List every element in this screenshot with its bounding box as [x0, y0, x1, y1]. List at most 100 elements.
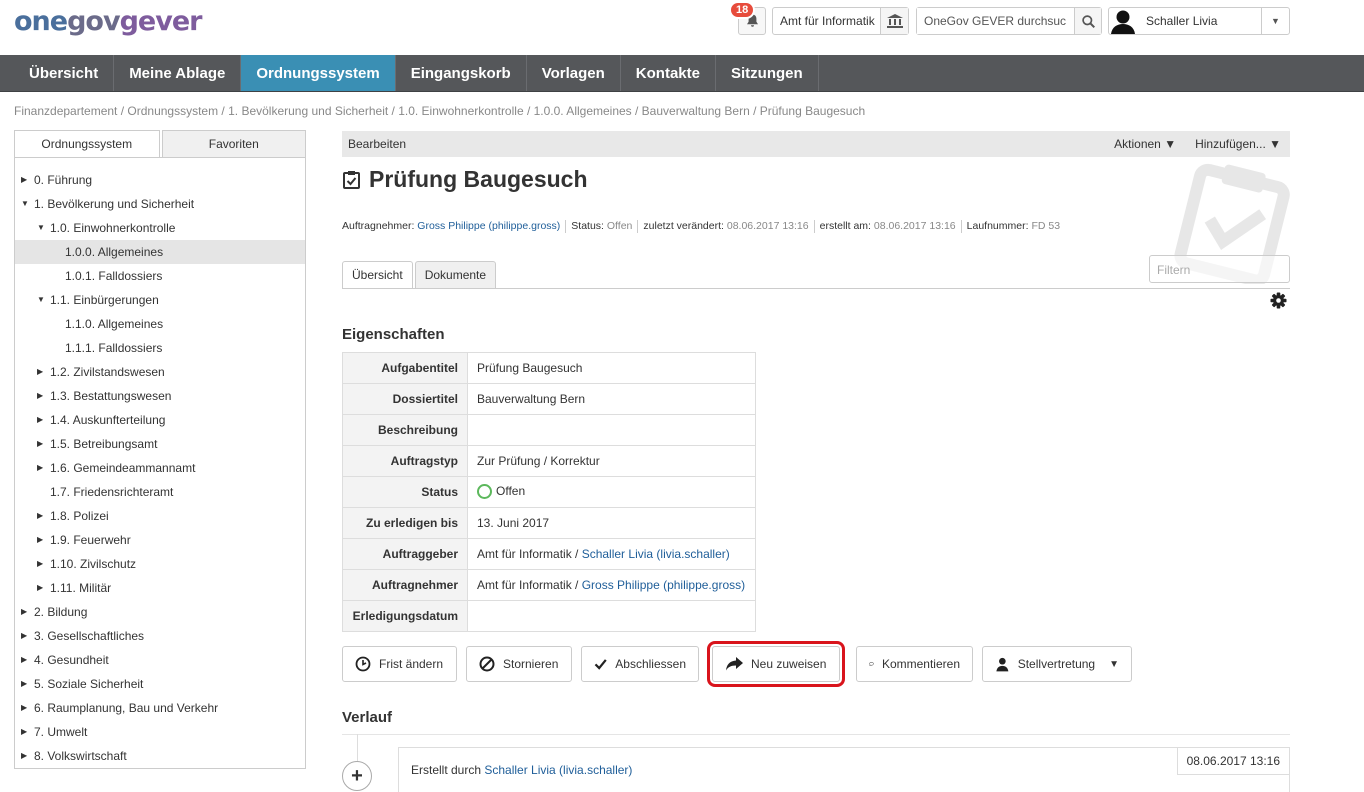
org-unit-selector[interactable]: Amt für Informatik	[772, 7, 909, 35]
nav-item-uebersicht[interactable]: Übersicht	[14, 55, 115, 91]
caret-down-icon[interactable]: ▼	[37, 288, 45, 312]
caret-right-icon[interactable]: ▶	[37, 528, 43, 552]
tree-item[interactable]: ▼ 1.0. Einwohnerkontrolle	[15, 216, 305, 240]
tree-item[interactable]: ▶ 1.2. Zivilstandswesen	[15, 360, 305, 384]
nav-item-eingangskorb[interactable]: Eingangskorb	[396, 55, 527, 91]
caret-down-icon[interactable]: ▼	[37, 216, 45, 240]
edit-button[interactable]: Bearbeiten	[342, 137, 1104, 151]
meta-assignee-link[interactable]: Gross Philippe (philippe.gross)	[417, 220, 560, 233]
tree-item[interactable]: ▶ 1.9. Feuerwehr	[15, 528, 305, 552]
table-row: Erledigungsdatum	[342, 600, 756, 632]
search-icon	[1081, 14, 1095, 28]
nav-item-ordnungssystem[interactable]: Ordnungssystem	[241, 55, 396, 91]
nav-item-vorlagen[interactable]: Vorlagen	[527, 55, 621, 91]
table-row: Aufgabentitel Prüfung Baugesuch	[342, 352, 756, 384]
tree-item[interactable]: ▶ 7. Umwelt	[15, 720, 305, 744]
caret-right-icon[interactable]: ▶	[37, 504, 43, 528]
caret-right-icon[interactable]: ▶	[21, 744, 27, 768]
filter-input[interactable]: Filtern	[1149, 255, 1290, 283]
tree-item[interactable]: ▶ 8. Volkswirtschaft	[15, 744, 305, 768]
caret-right-icon[interactable]: ▶	[21, 720, 27, 744]
tab-dokumente[interactable]: Dokumente	[414, 261, 497, 289]
add-menu[interactable]: Hinzufügen... ▼	[1195, 137, 1290, 151]
caret-right-icon[interactable]: ▶	[37, 432, 43, 456]
notifications-badge: 18	[729, 1, 756, 19]
tree-item[interactable]: ▶ 0. Führung	[15, 168, 305, 192]
share-arrow-icon	[726, 657, 743, 671]
tab-ordnungssystem[interactable]: Ordnungssystem	[14, 130, 160, 158]
search-button[interactable]	[1074, 8, 1101, 34]
tree-item[interactable]: ▶ 4. Gesundheit	[15, 648, 305, 672]
caret-right-icon[interactable]: ▶	[21, 168, 27, 192]
gear-icon[interactable]	[1270, 292, 1287, 309]
avatar	[1109, 8, 1137, 34]
caret-right-icon[interactable]: ▶	[21, 672, 27, 696]
chevron-down-icon: ▼	[1261, 8, 1289, 34]
tree-item[interactable]: 1.1.0. Allgemeines	[15, 312, 305, 336]
tree-item[interactable]: 1.0.0. Allgemeines	[15, 240, 305, 264]
change-deadline-button[interactable]: Frist ändern	[342, 646, 457, 682]
sidebar-tabs: Ordnungssystem Favoriten	[14, 130, 306, 158]
close-task-button[interactable]: Abschliessen	[581, 646, 699, 682]
tree-item[interactable]: ▶ 6. Raumplanung, Bau und Verkehr	[15, 696, 305, 720]
user-icon	[996, 657, 1009, 672]
caret-right-icon[interactable]: ▶	[21, 696, 27, 720]
caret-right-icon[interactable]: ▶	[21, 648, 27, 672]
caret-right-icon[interactable]: ▶	[37, 576, 43, 600]
tree-item[interactable]: 1.1.1. Falldossiers	[15, 336, 305, 360]
tree-item[interactable]: ▶ 1.10. Zivilschutz	[15, 552, 305, 576]
add-history-button[interactable]: +	[342, 761, 372, 791]
tree-item-label: 4. Gesundheit	[34, 653, 109, 667]
tree-item[interactable]: ▶ 1.4. Auskunfterteilung	[15, 408, 305, 432]
tree-item[interactable]: ▶ 1.5. Betreibungsamt	[15, 432, 305, 456]
tree-item[interactable]: 1.7. Friedensrichteramt	[15, 480, 305, 504]
issuer-link[interactable]: Schaller Livia (livia.schaller)	[582, 547, 730, 561]
tree-item[interactable]: ▶ 5. Soziale Sicherheit	[15, 672, 305, 696]
history-entry-user-link[interactable]: Schaller Livia (livia.schaller)	[484, 763, 632, 777]
properties-table: Aufgabentitel Prüfung Baugesuch Dossierti…	[342, 352, 756, 632]
tree-item[interactable]: ▶ 1.6. Gemeindeammannamt	[15, 456, 305, 480]
caret-right-icon[interactable]: ▶	[21, 624, 27, 648]
delegate-button[interactable]: Stellvertretung ▼	[982, 646, 1132, 682]
tree-item[interactable]: ▶ 3. Gesellschaftliches	[15, 624, 305, 648]
tree-item[interactable]: ▶ 2. Bildung	[15, 600, 305, 624]
tree-item[interactable]: 1.0.1. Falldossiers	[15, 264, 305, 288]
assignee-link[interactable]: Gross Philippe (philippe.gross)	[582, 578, 745, 592]
tree-item-label: 3. Gesellschaftliches	[34, 629, 145, 643]
app-logo[interactable]: onegovgever	[14, 6, 202, 37]
nav-item-kontakte[interactable]: Kontakte	[621, 55, 716, 91]
reassign-button[interactable]: Neu zuweisen	[707, 641, 845, 687]
caret-right-icon[interactable]: ▶	[37, 408, 43, 432]
caret-right-icon[interactable]: ▶	[37, 384, 43, 408]
nav-item-sitzungen[interactable]: Sitzungen	[716, 55, 819, 91]
caret-right-icon[interactable]: ▶	[37, 552, 43, 576]
property-value	[467, 414, 756, 446]
comment-button[interactable]: Kommentieren	[856, 646, 973, 682]
nav-item-meine-ablage[interactable]: Meine Ablage	[114, 55, 242, 91]
property-value: Amt für Informatik / Schaller Livia (liv…	[467, 538, 756, 570]
caret-right-icon[interactable]: ▶	[37, 456, 43, 480]
user-menu[interactable]: Schaller Livia ▼	[1108, 7, 1290, 35]
caret-right-icon[interactable]: ▶	[37, 360, 43, 384]
tree-item[interactable]: ▼ 1.1. Einbürgerungen	[15, 288, 305, 312]
tree-item[interactable]: ▶ 1.3. Bestattungswesen	[15, 384, 305, 408]
actions-menu[interactable]: Aktionen ▼	[1114, 137, 1185, 151]
tab-uebersicht[interactable]: Übersicht	[342, 261, 413, 289]
caret-down-icon[interactable]: ▼	[21, 192, 29, 216]
tree-item-label: 1. Bevölkerung und Sicherheit	[34, 197, 195, 211]
table-row: Zu erledigen bis 13. Juni 2017	[342, 507, 756, 539]
tree-item-label: 1.1. Einbürgerungen	[50, 293, 159, 307]
tab-favoriten[interactable]: Favoriten	[161, 130, 306, 158]
assignee-org: Amt für Informatik /	[477, 578, 582, 592]
issuer-org: Amt für Informatik /	[477, 547, 582, 561]
tree-item[interactable]: ▶ 1.11. Militär	[15, 576, 305, 600]
tree-item-label: 1.5. Betreibungsamt	[50, 437, 158, 451]
tree-item[interactable]: ▼ 1. Bevölkerung und Sicherheit	[15, 192, 305, 216]
cancel-task-button[interactable]: Stornieren	[466, 646, 572, 682]
search-input[interactable]	[917, 8, 1074, 34]
tree-item[interactable]: ▶ 1.8. Polizei	[15, 504, 305, 528]
table-row: Status Offen	[342, 476, 756, 508]
caret-right-icon[interactable]: ▶	[21, 600, 27, 624]
tree-item-label: 1.1.1. Falldossiers	[65, 341, 163, 355]
breadcrumb[interactable]: Finanzdepartement / Ordnungssystem / 1. …	[14, 104, 865, 118]
